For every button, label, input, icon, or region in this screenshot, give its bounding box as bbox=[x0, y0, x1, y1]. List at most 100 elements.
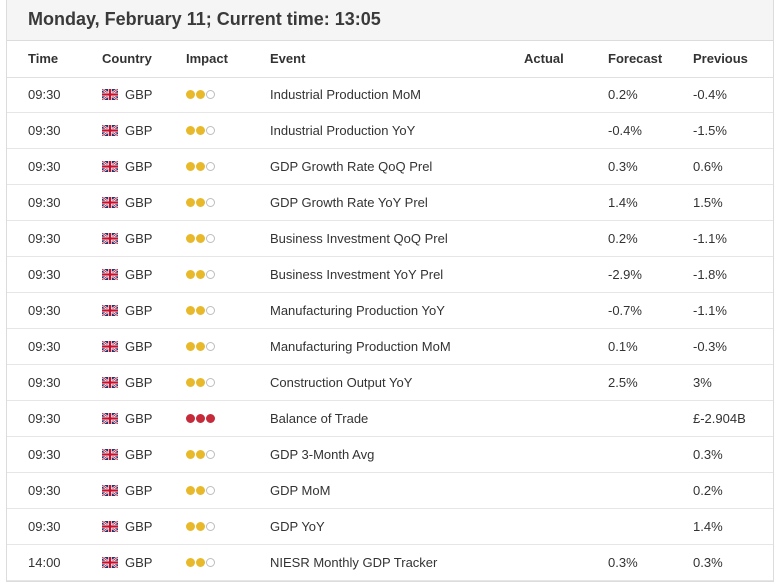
event-cell[interactable]: GDP 3-Month Avg bbox=[270, 447, 374, 462]
column-header-forecast[interactable]: Forecast bbox=[608, 51, 662, 66]
impact-dot bbox=[206, 234, 215, 243]
impact-dot bbox=[206, 522, 215, 531]
previous-cell: 0.6% bbox=[693, 159, 723, 174]
impact-dot bbox=[196, 234, 205, 243]
impact-indicator bbox=[186, 486, 220, 495]
event-cell[interactable]: Industrial Production YoY bbox=[270, 123, 415, 138]
impact-indicator bbox=[186, 414, 220, 423]
impact-indicator bbox=[186, 234, 220, 243]
table-row[interactable]: 09:30 GBP GDP YoY 1.4% bbox=[7, 509, 773, 545]
impact-dot bbox=[206, 414, 215, 423]
time-cell: 09:30 bbox=[28, 339, 61, 354]
event-cell[interactable]: Business Investment QoQ Prel bbox=[270, 231, 448, 246]
uk-flag-icon bbox=[102, 161, 118, 172]
impact-dot bbox=[186, 306, 195, 315]
column-header-impact[interactable]: Impact bbox=[186, 51, 228, 66]
column-header-actual[interactable]: Actual bbox=[524, 51, 564, 66]
column-header-country[interactable]: Country bbox=[102, 51, 152, 66]
time-cell: 09:30 bbox=[28, 195, 61, 210]
impact-dot bbox=[186, 126, 195, 135]
impact-indicator bbox=[186, 306, 220, 315]
previous-cell: -1.8% bbox=[693, 267, 727, 282]
time-cell: 09:30 bbox=[28, 87, 61, 102]
forecast-cell: 0.3% bbox=[608, 159, 638, 174]
event-cell[interactable]: GDP YoY bbox=[270, 519, 325, 534]
column-header-time[interactable]: Time bbox=[28, 51, 58, 66]
event-cell[interactable]: Balance of Trade bbox=[270, 411, 368, 426]
table-row[interactable]: 09:30 GBP Manufacturing Production MoM 0… bbox=[7, 329, 773, 365]
event-cell[interactable]: NIESR Monthly GDP Tracker bbox=[270, 555, 437, 570]
impact-dot bbox=[186, 234, 195, 243]
table-row[interactable]: 09:30 GBP Business Investment QoQ Prel 0… bbox=[7, 221, 773, 257]
previous-cell: 0.2% bbox=[693, 483, 723, 498]
impact-dot bbox=[186, 450, 195, 459]
uk-flag-icon bbox=[102, 197, 118, 208]
previous-cell: -1.1% bbox=[693, 303, 727, 318]
previous-cell: -0.3% bbox=[693, 339, 727, 354]
country-cell: GBP bbox=[125, 267, 153, 282]
time-cell: 09:30 bbox=[28, 267, 61, 282]
table-header: Time Country Impact Event Actual Forecas… bbox=[7, 41, 773, 78]
impact-dot bbox=[206, 270, 215, 279]
impact-indicator bbox=[186, 522, 220, 531]
forecast-cell: 1.4% bbox=[608, 195, 638, 210]
impact-dot bbox=[186, 270, 195, 279]
impact-indicator bbox=[186, 450, 220, 459]
impact-dot bbox=[206, 198, 215, 207]
impact-dot bbox=[186, 486, 195, 495]
impact-dot bbox=[196, 306, 205, 315]
impact-dot bbox=[196, 90, 205, 99]
previous-cell: 0.3% bbox=[693, 447, 723, 462]
country-cell: GBP bbox=[125, 231, 153, 246]
event-cell[interactable]: Construction Output YoY bbox=[270, 375, 412, 390]
table-row[interactable]: 09:30 GBP GDP MoM 0.2% bbox=[7, 473, 773, 509]
time-cell: 09:30 bbox=[28, 519, 61, 534]
forecast-cell: -0.7% bbox=[608, 303, 642, 318]
table-row[interactable]: 09:30 GBP Industrial Production YoY -0.4… bbox=[7, 113, 773, 149]
event-cell[interactable]: GDP MoM bbox=[270, 483, 330, 498]
impact-dot bbox=[196, 450, 205, 459]
uk-flag-icon bbox=[102, 305, 118, 316]
table-row[interactable]: 09:30 GBP Business Investment YoY Prel -… bbox=[7, 257, 773, 293]
impact-indicator bbox=[186, 270, 220, 279]
previous-cell: 0.3% bbox=[693, 555, 723, 570]
calendar-header: Monday, February 11; Current time: 13:05 bbox=[7, 0, 773, 41]
country-cell: GBP bbox=[125, 87, 153, 102]
impact-dot bbox=[206, 162, 215, 171]
uk-flag-icon bbox=[102, 341, 118, 352]
event-cell[interactable]: Business Investment YoY Prel bbox=[270, 267, 443, 282]
event-cell[interactable]: Manufacturing Production MoM bbox=[270, 339, 451, 354]
impact-indicator bbox=[186, 162, 220, 171]
column-header-previous[interactable]: Previous bbox=[693, 51, 748, 66]
event-cell[interactable]: Manufacturing Production YoY bbox=[270, 303, 445, 318]
impact-dot bbox=[196, 342, 205, 351]
impact-dot bbox=[206, 126, 215, 135]
forecast-cell: -0.4% bbox=[608, 123, 642, 138]
table-row[interactable]: 09:30 GBP GDP Growth Rate QoQ Prel 0.3% … bbox=[7, 149, 773, 185]
event-cell[interactable]: GDP Growth Rate YoY Prel bbox=[270, 195, 428, 210]
table-body: 09:30 GBP Industrial Production MoM 0.2%… bbox=[7, 77, 773, 581]
country-cell: GBP bbox=[125, 303, 153, 318]
impact-dot bbox=[186, 522, 195, 531]
country-cell: GBP bbox=[125, 447, 153, 462]
table-row[interactable]: 09:30 GBP Manufacturing Production YoY -… bbox=[7, 293, 773, 329]
impact-dot bbox=[186, 414, 195, 423]
column-header-event[interactable]: Event bbox=[270, 51, 305, 66]
country-cell: GBP bbox=[125, 123, 153, 138]
previous-cell: -0.4% bbox=[693, 87, 727, 102]
event-cell[interactable]: GDP Growth Rate QoQ Prel bbox=[270, 159, 432, 174]
uk-flag-icon bbox=[102, 521, 118, 532]
table-row[interactable]: 09:30 GBP GDP 3-Month Avg 0.3% bbox=[7, 437, 773, 473]
uk-flag-icon bbox=[102, 557, 118, 568]
country-cell: GBP bbox=[125, 555, 153, 570]
table-row[interactable]: 14:00 GBP NIESR Monthly GDP Tracker 0.3%… bbox=[7, 545, 773, 581]
event-cell[interactable]: Industrial Production MoM bbox=[270, 87, 421, 102]
impact-dot bbox=[196, 522, 205, 531]
table-row[interactable]: 09:30 GBP Balance of Trade £-2.904B bbox=[7, 401, 773, 437]
table-row[interactable]: 09:30 GBP Construction Output YoY 2.5% 3… bbox=[7, 365, 773, 401]
time-cell: 09:30 bbox=[28, 483, 61, 498]
uk-flag-icon bbox=[102, 89, 118, 100]
uk-flag-icon bbox=[102, 269, 118, 280]
table-row[interactable]: 09:30 GBP GDP Growth Rate YoY Prel 1.4% … bbox=[7, 185, 773, 221]
table-row[interactable]: 09:30 GBP Industrial Production MoM 0.2%… bbox=[7, 77, 773, 113]
